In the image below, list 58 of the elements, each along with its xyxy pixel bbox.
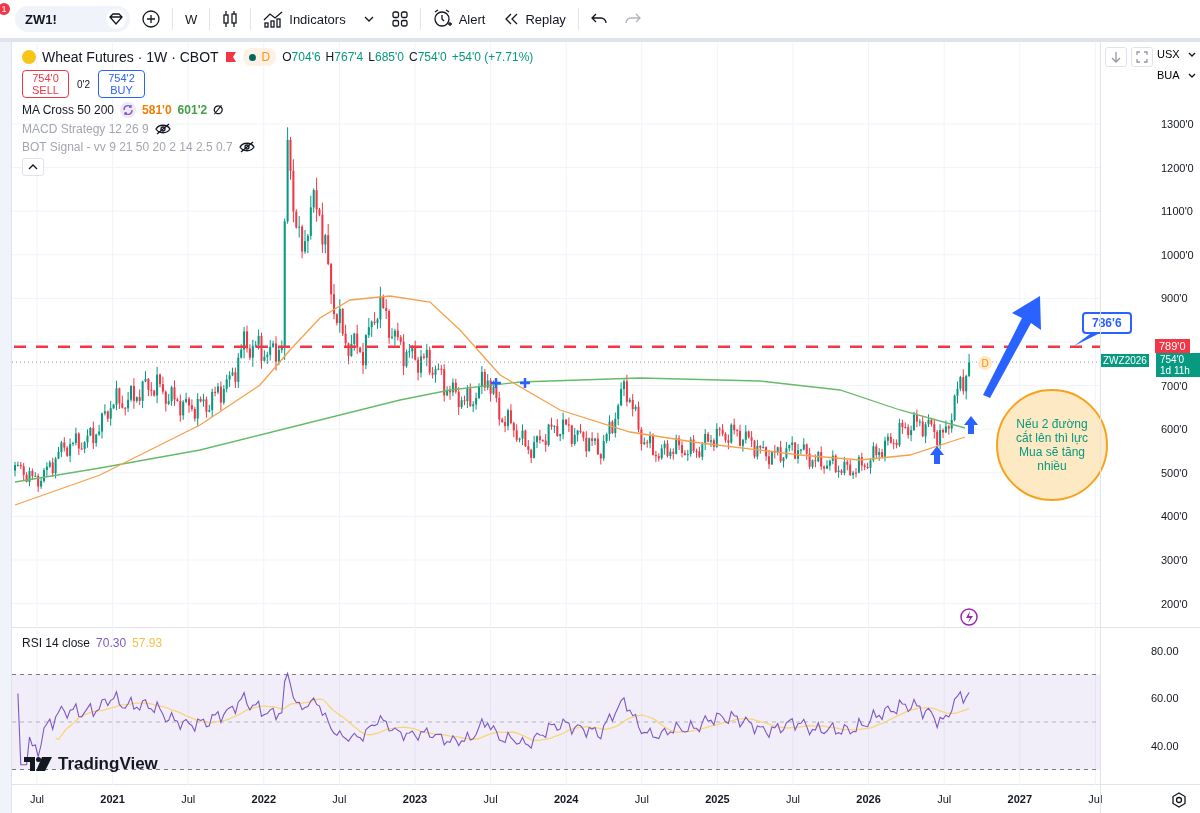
symbol-search-field[interactable]: ZW1! [15,6,130,32]
interval-button[interactable]: W [179,5,204,33]
price-axis-label: 1200'0 [1161,161,1194,174]
spread-value: 0'2 [77,78,91,90]
symbol-text: ZW1! [25,11,57,27]
time-axis-label: Jul [634,793,649,805]
rsi-axis-label: 40.00 [1151,739,1179,752]
time-axis-label: 2024 [553,793,579,805]
indicator-value: 57.93 [132,636,163,650]
alert-price-label: 789'0 [1155,339,1190,353]
time-axis-label: Jul [785,793,801,805]
contract-label: ZWZ2026 [1101,354,1149,367]
rsi-axis-label: 80.00 [1151,644,1179,657]
indicator-value: 601'2 [177,103,208,117]
symbol-title: Wheat Futures · 1W · CBOT [42,49,219,65]
time-axis-label: Jul [483,793,498,805]
time-axis-label: 2027 [1007,793,1033,805]
time-axis-label: Jul [937,793,952,805]
time-axis-label: 2023 [402,793,428,805]
price-axis-label: 600'0 [1161,423,1188,436]
time-axis-label: Jul [181,793,196,805]
price-axis-label: 300'0 [1161,554,1188,566]
buy-button[interactable]: 754'2 BUY [98,70,146,98]
price-axis-label: 500'0 [1161,466,1188,479]
session-label: D [261,50,271,64]
time-axis-label: 2021 [100,793,125,805]
logo-text: TradingView [58,754,158,774]
rsi-axis-label: 60.00 [1151,692,1179,705]
price-axis-label: 1300'0 [1161,118,1194,130]
indicator-value: ∅ [213,103,224,117]
price-change: +54'0 (+7.71%) [451,50,534,64]
time-axis-label: Jul [1088,793,1103,805]
price-axis-label: 1000'0 [1161,248,1194,261]
price-axis-label: 400'0 [1161,510,1188,523]
notification-badge: 1 [0,3,10,15]
price-axis-label: 200'0 [1161,597,1188,610]
price-axis-label: 700'0 [1161,379,1188,392]
note-bubble: Nếu 2 đường cắt lên thì lực Mua sẽ tăng nhiều [996,389,1108,501]
ohlc-value: O704'6 [282,50,321,64]
ohlc-value: C754'0 [408,50,447,64]
indicator-value: 581'0 [142,103,172,117]
indicator-name[interactable]: MA Cross 50 200 [22,103,115,117]
indicator-name[interactable]: RSI 14 close [22,636,91,650]
ohlc-value: L685'0 [368,50,404,64]
time-axis-label: Jul [332,793,347,805]
time-axis-label: 2025 [705,793,730,805]
price-axis-label: 900'0 [1161,292,1188,305]
replay-button[interactable]: Replay [497,5,572,33]
alert-button[interactable]: Alert [426,5,492,33]
time-axis-label: 2026 [856,793,881,805]
time-axis-label: 2022 [251,793,277,805]
sell-button[interactable]: 754'0 SELL [22,70,69,98]
ohlc-value: H767'4 [325,50,364,64]
price-axis-label: 1100'0 [1161,205,1193,218]
time-axis-label: Jul [29,793,45,805]
indicator-value: 70.30 [96,636,127,650]
last-price-label: 754'0 1d 11h [1156,353,1200,377]
indicators-button[interactable]: Indicators [257,5,352,33]
